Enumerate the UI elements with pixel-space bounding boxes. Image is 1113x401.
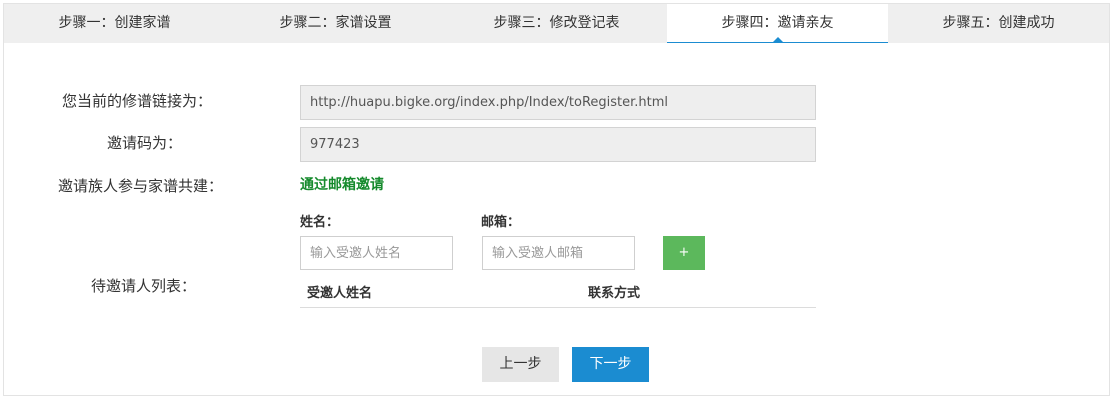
invitee-email-input[interactable] (482, 236, 635, 270)
invite-code-field[interactable]: 977423 (300, 127, 816, 162)
invite-label: 邀请族人参与家谱共建： (58, 177, 224, 195)
pending-list-label: 待邀请人列表： (91, 277, 197, 295)
tab-step-1[interactable]: 步骤一：创建家谱 (4, 4, 225, 43)
tab-label: 步骤一：创建家谱 (58, 15, 171, 31)
register-link-field[interactable]: http://huapu.bigke.org/index.php/Index/t… (300, 85, 816, 120)
tab-label: 步骤二：家谱设置 (279, 15, 392, 31)
tab-label: 步骤四：邀请亲友 (721, 15, 834, 31)
column-invitee-name: 受邀人姓名 (307, 286, 373, 301)
code-label: 邀请码为： (107, 134, 183, 152)
invitee-name-input[interactable] (300, 236, 453, 270)
tab-label: 步骤三：修改登记表 (493, 15, 620, 31)
wizard-panel: 步骤一：创建家谱 步骤二：家谱设置 步骤三：修改登记表 步骤四：邀请亲友 步骤五… (3, 3, 1110, 396)
step-tabs: 步骤一：创建家谱 步骤二：家谱设置 步骤三：修改登记表 步骤四：邀请亲友 步骤五… (4, 4, 1109, 43)
tab-step-4[interactable]: 步骤四：邀请亲友 (667, 4, 888, 43)
prev-step-button[interactable]: 上一步 (482, 347, 559, 382)
column-contact: 联系方式 (588, 286, 641, 301)
invite-by-email-link[interactable]: 通过邮箱邀请 (300, 174, 384, 194)
invitee-table-header: 受邀人姓名 联系方式 (300, 272, 816, 308)
tab-step-2[interactable]: 步骤二：家谱设置 (225, 4, 446, 43)
tab-step-3[interactable]: 步骤三：修改登记表 (446, 4, 667, 43)
link-label: 您当前的修谱链接为： (62, 92, 213, 110)
tab-label: 步骤五：创建成功 (942, 15, 1055, 31)
next-step-button[interactable]: 下一步 (572, 347, 649, 382)
name-label: 姓名： (300, 215, 340, 230)
tab-step-5[interactable]: 步骤五：创建成功 (888, 4, 1109, 43)
add-invitee-button[interactable]: + (663, 236, 705, 270)
active-caret-icon (773, 37, 783, 42)
email-label: 邮箱： (481, 215, 521, 230)
